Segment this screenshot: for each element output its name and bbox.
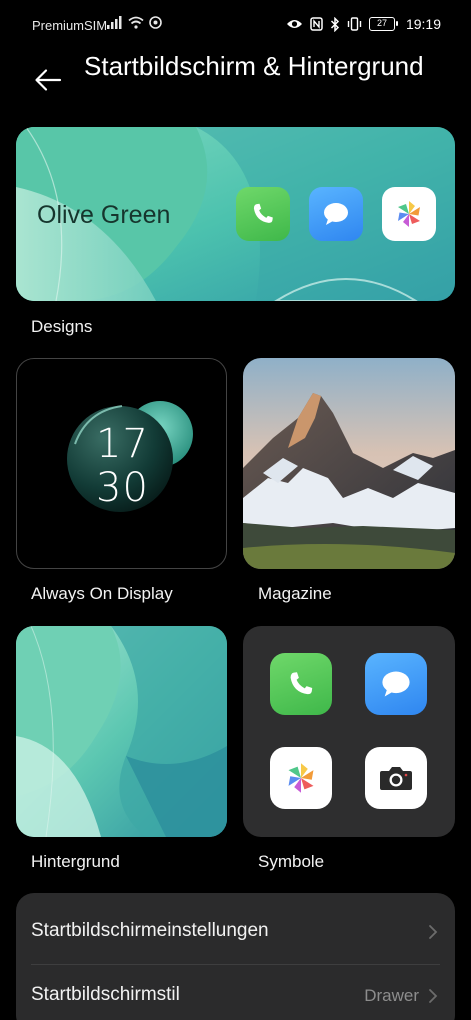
eye-comfort-icon — [286, 20, 302, 28]
messages-icon — [324, 203, 348, 225]
chevron-right-icon — [429, 925, 438, 939]
status-bar: PremiumSIM 27 19:19 — [0, 0, 471, 52]
gallery-icon — [288, 763, 314, 793]
messages-icon — [382, 671, 410, 697]
messages-app-icon — [309, 187, 363, 241]
back-button[interactable] — [30, 62, 66, 98]
camera-app-icon — [365, 747, 427, 809]
aod-hour: 17 — [96, 421, 149, 467]
aod-minute: 30 — [96, 465, 149, 511]
phone-icon — [290, 672, 313, 695]
magazine-label[interactable]: Magazine — [258, 584, 332, 604]
vibrate-icon — [347, 17, 362, 31]
wallpaper-label[interactable]: Hintergrund — [31, 852, 120, 872]
home-screen-settings-row[interactable]: Startbildschirmeinstellungen — [16, 898, 455, 965]
setting-label: Startbildschirmeinstellungen — [31, 920, 269, 941]
phone-icon — [253, 203, 273, 223]
hotspot-icon — [149, 16, 162, 29]
wallpaper-preview-card[interactable] — [16, 626, 227, 837]
signal-icon — [107, 16, 122, 29]
arrow-left-icon — [35, 69, 62, 91]
wifi-icon — [128, 16, 144, 29]
nfc-icon — [310, 17, 323, 31]
setting-label: Startbildschirmstil — [31, 984, 180, 1005]
icons-label[interactable]: Symbole — [258, 852, 324, 872]
designs-label[interactable]: Designs — [31, 317, 92, 337]
gallery-app-icon — [270, 747, 332, 809]
page-title: Startbildschirm & Hintergrund — [84, 51, 424, 81]
battery-level: 27 — [376, 18, 387, 28]
settings-list: Startbildschirmeinstellungen Startbildsc… — [16, 893, 455, 1020]
gallery-app-icon — [382, 187, 436, 241]
phone-app-icon — [270, 653, 332, 715]
home-screen-style-row[interactable]: Startbildschirmstil Drawer — [16, 962, 455, 1020]
clock: 19:19 — [405, 16, 441, 32]
theme-name: Olive Green — [37, 201, 171, 229]
bluetooth-icon — [330, 16, 340, 32]
aod-label[interactable]: Always On Display — [31, 584, 173, 604]
chevron-right-icon — [429, 989, 438, 1003]
designs-preview-card[interactable]: Olive Green — [16, 127, 455, 301]
phone-app-icon — [236, 187, 290, 241]
battery-indicator: 27 — [368, 17, 398, 31]
aod-preview-card[interactable]: 17 30 — [16, 358, 227, 569]
magazine-preview-card[interactable] — [243, 358, 455, 569]
messages-app-icon — [365, 653, 427, 715]
setting-value: Drawer — [364, 986, 419, 1005]
mountain-image — [243, 358, 455, 569]
carrier-name: PremiumSIM — [32, 18, 108, 33]
icons-preview-card[interactable] — [243, 626, 455, 837]
wallpaper-image — [16, 626, 227, 837]
gallery-icon — [398, 201, 420, 227]
camera-icon — [380, 767, 412, 790]
screen: PremiumSIM 27 19:19 Startbildschirm & Hi… — [0, 0, 471, 1020]
